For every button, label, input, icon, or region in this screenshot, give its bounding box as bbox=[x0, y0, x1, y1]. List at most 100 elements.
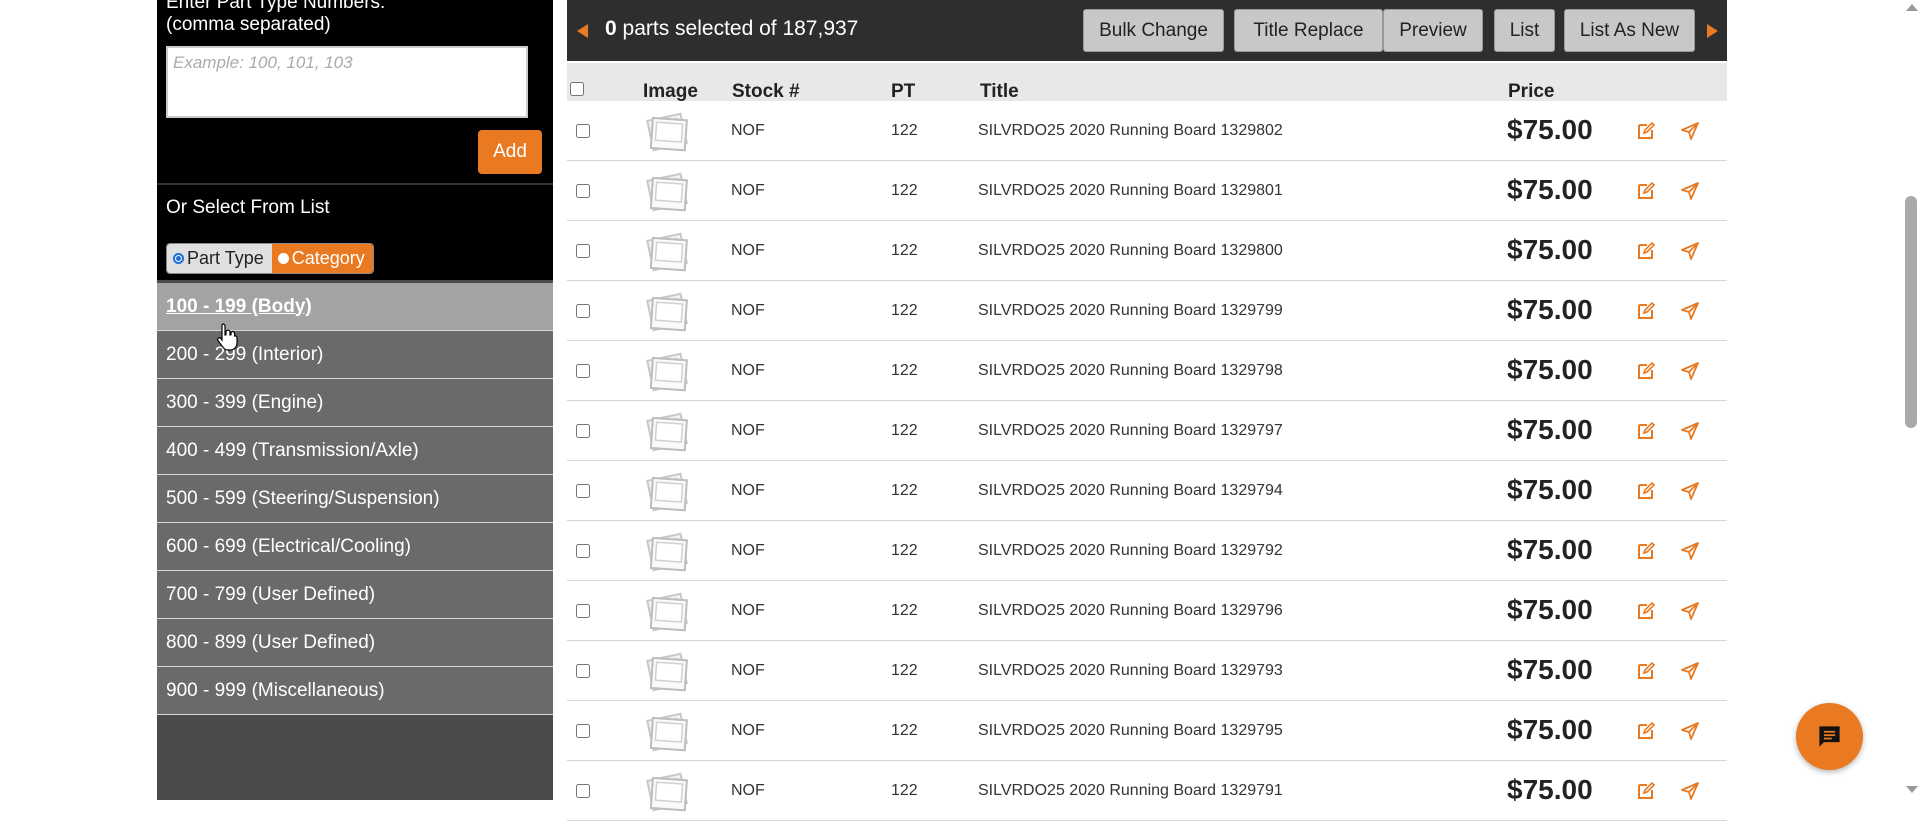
select-all-checkbox[interactable] bbox=[570, 82, 584, 96]
part-type-range-item[interactable]: 300 - 399 (Engine) bbox=[157, 379, 553, 427]
row-price: $75.00 bbox=[1507, 114, 1593, 145]
row-part-type: 122 bbox=[891, 362, 918, 379]
send-icon[interactable] bbox=[1680, 121, 1700, 141]
row-select-checkbox[interactable] bbox=[576, 544, 590, 558]
add-button[interactable]: Add bbox=[478, 130, 542, 174]
row-select-checkbox[interactable] bbox=[576, 304, 590, 318]
send-icon[interactable] bbox=[1680, 721, 1700, 741]
send-icon[interactable] bbox=[1680, 241, 1700, 261]
scroll-down-arrow-icon[interactable] bbox=[1906, 786, 1918, 793]
selection-total-text: parts selected of 187,937 bbox=[622, 17, 859, 40]
edit-icon[interactable] bbox=[1636, 181, 1656, 201]
row-stock: NOF bbox=[731, 662, 765, 679]
photo-placeholder-icon[interactable] bbox=[642, 531, 692, 573]
header-stock[interactable]: Stock # bbox=[732, 81, 800, 103]
edit-icon[interactable] bbox=[1636, 121, 1656, 141]
send-icon[interactable] bbox=[1680, 181, 1700, 201]
send-icon[interactable] bbox=[1680, 781, 1700, 801]
send-icon[interactable] bbox=[1680, 601, 1700, 621]
row-select-checkbox[interactable] bbox=[576, 724, 590, 738]
part-type-range-item[interactable]: 500 - 599 (Steering/Suspension) bbox=[157, 475, 553, 523]
header-title[interactable]: Title bbox=[980, 81, 1019, 103]
part-type-range-item[interactable]: 800 - 899 (User Defined) bbox=[157, 619, 553, 667]
send-icon[interactable] bbox=[1680, 661, 1700, 681]
photo-placeholder-icon[interactable] bbox=[642, 711, 692, 753]
selection-toolbar: 0 parts selected of 187,937 Bulk Change … bbox=[567, 0, 1727, 61]
edit-icon[interactable] bbox=[1636, 661, 1656, 681]
row-select-checkbox[interactable] bbox=[576, 604, 590, 618]
row-stock: NOF bbox=[731, 782, 765, 799]
row-select-checkbox[interactable] bbox=[576, 364, 590, 378]
preview-button[interactable]: Preview bbox=[1383, 9, 1483, 52]
photo-placeholder-icon[interactable] bbox=[642, 591, 692, 633]
edit-icon[interactable] bbox=[1636, 361, 1656, 381]
edit-icon[interactable] bbox=[1636, 601, 1656, 621]
row-select-checkbox[interactable] bbox=[576, 124, 590, 138]
edit-icon[interactable] bbox=[1636, 721, 1656, 741]
photo-placeholder-icon[interactable] bbox=[642, 771, 692, 813]
photo-placeholder-icon[interactable] bbox=[642, 651, 692, 693]
row-select-checkbox[interactable] bbox=[576, 484, 590, 498]
table-row: NOF 122 SILVRDO25 2020 Running Board 132… bbox=[567, 281, 1727, 341]
row-price: $75.00 bbox=[1507, 654, 1593, 685]
edit-icon[interactable] bbox=[1636, 421, 1656, 441]
row-select-checkbox[interactable] bbox=[576, 664, 590, 678]
row-part-type: 122 bbox=[891, 242, 918, 259]
header-price[interactable]: Price bbox=[1508, 81, 1554, 103]
edit-icon[interactable] bbox=[1636, 481, 1656, 501]
prev-page-arrow-icon[interactable] bbox=[577, 24, 588, 38]
bulk-change-button[interactable]: Bulk Change bbox=[1083, 9, 1224, 52]
list-button[interactable]: List bbox=[1494, 9, 1555, 52]
photo-placeholder-icon[interactable] bbox=[642, 471, 692, 513]
send-icon[interactable] bbox=[1680, 481, 1700, 501]
next-page-arrow-icon[interactable] bbox=[1707, 24, 1718, 38]
row-select-checkbox[interactable] bbox=[576, 424, 590, 438]
header-pt[interactable]: PT bbox=[891, 81, 915, 103]
table-row: NOF 122 SILVRDO25 2020 Running Board 132… bbox=[567, 521, 1727, 581]
edit-icon[interactable] bbox=[1636, 241, 1656, 261]
send-icon[interactable] bbox=[1680, 361, 1700, 381]
part-type-range-item[interactable]: 900 - 999 (Miscellaneous) bbox=[157, 667, 553, 715]
row-stock: NOF bbox=[731, 302, 765, 319]
row-title: SILVRDO25 2020 Running Board 1329791 bbox=[978, 782, 1283, 799]
row-price: $75.00 bbox=[1507, 534, 1593, 565]
part-type-range-item[interactable]: 600 - 699 (Electrical/Cooling) bbox=[157, 523, 553, 571]
part-type-range-item[interactable]: 400 - 499 (Transmission/Axle) bbox=[157, 427, 553, 475]
row-select-checkbox[interactable] bbox=[576, 184, 590, 198]
toggle-category[interactable]: Category bbox=[271, 244, 373, 273]
header-image: Image bbox=[643, 81, 698, 102]
row-title: SILVRDO25 2020 Running Board 1329796 bbox=[978, 602, 1283, 619]
photo-placeholder-icon[interactable] bbox=[642, 291, 692, 333]
photo-placeholder-icon[interactable] bbox=[642, 411, 692, 453]
scrollbar-thumb[interactable] bbox=[1905, 196, 1917, 428]
toggle-part-type[interactable]: Part Type bbox=[167, 244, 272, 273]
row-select-checkbox[interactable] bbox=[576, 244, 590, 258]
part-type-numbers-input[interactable] bbox=[166, 46, 528, 118]
row-part-type: 122 bbox=[891, 422, 918, 439]
photo-placeholder-icon[interactable] bbox=[642, 111, 692, 153]
row-select-checkbox[interactable] bbox=[576, 784, 590, 798]
list-as-new-button[interactable]: List As New bbox=[1564, 9, 1695, 52]
page-scrollbar[interactable] bbox=[1902, 0, 1920, 800]
send-icon[interactable] bbox=[1680, 541, 1700, 561]
toggle-part-type-label: Part Type bbox=[187, 248, 264, 268]
select-from-list-label: Or Select From List bbox=[166, 197, 330, 218]
edit-icon[interactable] bbox=[1636, 541, 1656, 561]
edit-icon[interactable] bbox=[1636, 301, 1656, 321]
part-type-range-item[interactable]: 700 - 799 (User Defined) bbox=[157, 571, 553, 619]
photo-placeholder-icon[interactable] bbox=[642, 351, 692, 393]
table-row: NOF 122 SILVRDO25 2020 Running Board 132… bbox=[567, 581, 1727, 641]
scroll-up-arrow-icon[interactable] bbox=[1906, 4, 1918, 11]
row-price: $75.00 bbox=[1507, 774, 1593, 805]
send-icon[interactable] bbox=[1680, 301, 1700, 321]
table-row: NOF 122 SILVRDO25 2020 Running Board 132… bbox=[567, 221, 1727, 281]
send-icon[interactable] bbox=[1680, 421, 1700, 441]
table-row: NOF 122 SILVRDO25 2020 Running Board 132… bbox=[567, 161, 1727, 221]
edit-icon[interactable] bbox=[1636, 781, 1656, 801]
row-stock: NOF bbox=[731, 182, 765, 199]
row-price: $75.00 bbox=[1507, 474, 1593, 505]
chat-button[interactable] bbox=[1796, 703, 1863, 770]
title-replace-button[interactable]: Title Replace bbox=[1234, 9, 1383, 52]
photo-placeholder-icon[interactable] bbox=[642, 171, 692, 213]
photo-placeholder-icon[interactable] bbox=[642, 231, 692, 273]
